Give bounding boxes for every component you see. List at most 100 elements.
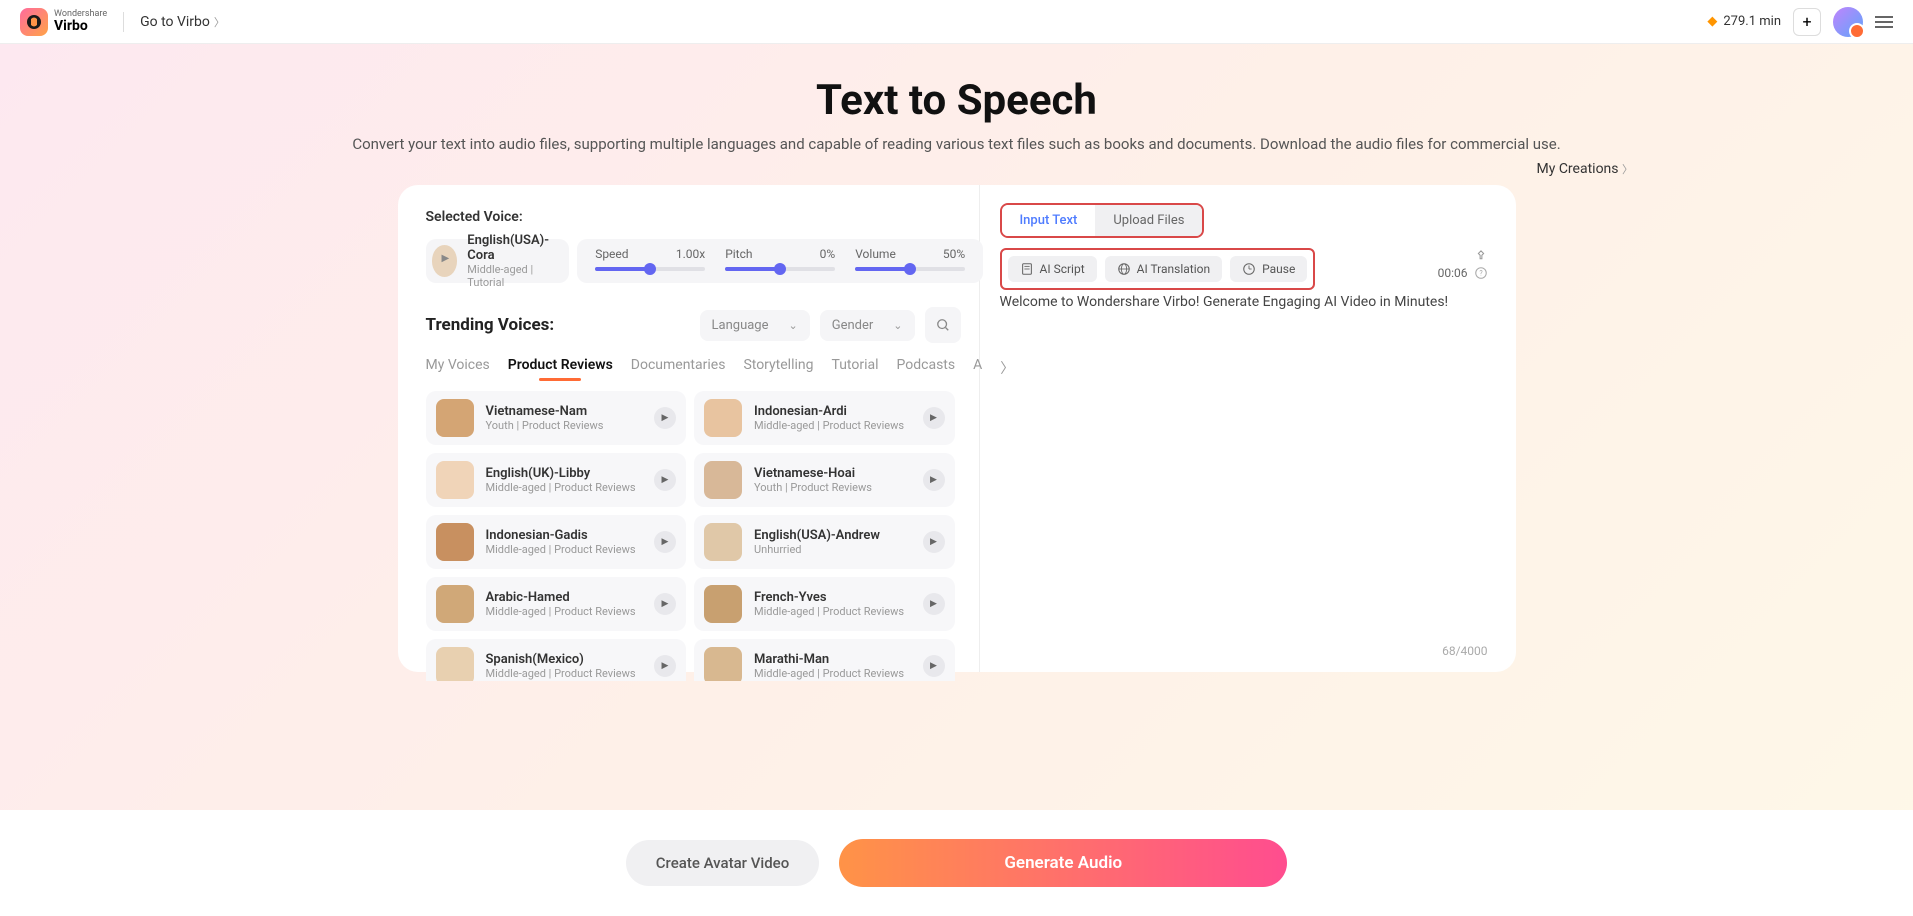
chevron-right-icon: 〉 [1622,163,1633,176]
voice-name: Arabic-Hamed [486,590,643,605]
chevron-down-icon: ⌄ [893,319,902,332]
voice-name: Indonesian-Gadis [486,528,643,543]
play-button[interactable]: ▶ [654,593,676,615]
create-avatar-button[interactable]: Create Avatar Video [626,840,819,886]
logo-icon [20,8,48,36]
pin-icon[interactable] [1474,250,1488,264]
voice-name: Vietnamese-Nam [486,404,643,419]
category-tab[interactable]: Tutorial [831,357,878,379]
add-button[interactable]: + [1793,8,1821,36]
char-count: 68/4000 [1000,644,1488,672]
voice-item[interactable]: Vietnamese-NamYouth | Product Reviews ▶ [426,391,687,445]
text-input[interactable]: Welcome to Wondershare Virbo! Generate E… [1000,292,1488,644]
play-button[interactable]: ▶ [654,407,676,429]
search-icon [936,318,950,332]
voice-name: Spanish(Mexico) [486,652,643,667]
brand-name: Virbo [54,19,107,33]
trending-title: Trending Voices: [426,315,690,335]
category-tab[interactable]: Storytelling [743,357,813,379]
voice-item[interactable]: French-YvesMiddle-aged | Product Reviews… [694,577,955,631]
diamond-icon: ◆ [1707,14,1717,29]
voice-tags: Unhurried [754,543,911,556]
voice-name: Indonesian-Ardi [754,404,911,419]
language-filter[interactable]: Language⌄ [700,310,810,341]
voice-item[interactable]: Spanish(Mexico)Middle-aged | Product Rev… [426,639,687,681]
play-button[interactable]: ▶ [654,469,676,491]
gender-filter[interactable]: Gender⌄ [820,310,915,341]
speed-slider[interactable]: Speed1.00x [595,247,705,275]
minutes-remaining[interactable]: ◆ 279.1 min [1707,14,1781,29]
voice-avatar [436,585,474,623]
voice-item[interactable]: Vietnamese-HoaiYouth | Product Reviews ▶ [694,453,955,507]
selected-voice-name: English(USA)-Cora [467,233,555,263]
voice-name: Marathi-Man [754,652,911,667]
category-tab[interactable]: Product Reviews [508,357,613,379]
category-tab[interactable]: A [973,357,982,379]
voice-tags: Youth | Product Reviews [754,481,911,494]
voice-name: French-Yves [754,590,911,605]
play-button[interactable]: ▶ [923,593,945,615]
selected-voice-label: Selected Voice: [426,209,961,225]
play-button[interactable]: ▶ [654,531,676,553]
play-button[interactable]: ▶ [654,655,676,677]
voice-avatar [436,523,474,561]
voice-avatar [704,585,742,623]
play-button[interactable]: ▶ [923,469,945,491]
tab-scroll-right[interactable]: 〉 [1000,358,1014,378]
voice-item[interactable]: English(USA)-AndrewUnhurried ▶ [694,515,955,569]
generate-audio-button[interactable]: Generate Audio [839,839,1287,887]
voice-tags: Middle-aged | Product Reviews [486,667,643,680]
voice-name: English(UK)-Libby [486,466,643,481]
main-card: Selected Voice: English(USA)-Cora Middle… [398,185,1516,672]
svg-text:?: ? [1479,270,1483,278]
voice-tags: Middle-aged | Product Reviews [754,605,911,618]
volume-slider[interactable]: Volume50% [855,247,965,275]
help-icon[interactable]: ? [1474,266,1488,280]
voice-avatar [704,523,742,561]
voice-avatar [704,399,742,437]
voice-tags: Youth | Product Reviews [486,419,643,432]
voice-item[interactable]: Marathi-ManMiddle-aged | Product Reviews… [694,639,955,681]
voice-item[interactable]: Arabic-HamedMiddle-aged | Product Review… [426,577,687,631]
category-tab[interactable]: Documentaries [631,357,726,379]
footer: Create Avatar Video Generate Audio [0,810,1913,916]
input-mode-tabs: Input Text Upload Files [1000,203,1205,238]
my-creations-link[interactable]: My Creations 〉 [1537,161,1634,177]
voice-item[interactable]: English(UK)-LibbyMiddle-aged | Product R… [426,453,687,507]
selected-voice-tags: Middle-aged | Tutorial [467,263,555,289]
voice-tags: Middle-aged | Product Reviews [486,605,643,618]
pitch-slider[interactable]: Pitch0% [725,247,835,275]
divider [123,12,124,32]
voice-tags: Middle-aged | Product Reviews [754,667,911,680]
voice-avatar [704,647,742,681]
topbar: Wondershare Virbo Go to Virbo 〉 ◆ 279.1 … [0,0,1913,44]
tab-input-text[interactable]: Input Text [1002,205,1096,236]
play-button[interactable]: ▶ [923,531,945,553]
category-tab[interactable]: My Voices [426,357,490,379]
goto-virbo-link[interactable]: Go to Virbo 〉 [140,14,225,30]
page-title: Text to Speech [0,76,1913,125]
duration-label: 00:06 [1438,266,1468,280]
voice-avatar [704,461,742,499]
play-button[interactable]: ▶ [923,407,945,429]
page-subtitle: Convert your text into audio files, supp… [0,135,1913,153]
category-tab[interactable]: Podcasts [897,357,956,379]
menu-button[interactable] [1875,16,1893,28]
selected-voice-chip[interactable]: English(USA)-Cora Middle-aged | Tutorial [426,239,570,283]
voice-item[interactable]: Indonesian-ArdiMiddle-aged | Product Rev… [694,391,955,445]
chevron-right-icon: 〉 [214,14,225,30]
voice-tags: Middle-aged | Product Reviews [486,543,643,556]
play-button[interactable]: ▶ [923,655,945,677]
plus-icon: + [1802,12,1811,31]
voice-name: English(USA)-Andrew [754,528,911,543]
chevron-down-icon: ⌄ [789,319,798,332]
voice-avatar [436,399,474,437]
search-button[interactable] [925,307,961,343]
tab-upload-files[interactable]: Upload Files [1095,205,1202,236]
voice-tags: Middle-aged | Product Reviews [754,419,911,432]
user-avatar[interactable] [1833,7,1863,37]
voice-item[interactable]: Indonesian-GadisMiddle-aged | Product Re… [426,515,687,569]
voice-tags: Middle-aged | Product Reviews [486,481,643,494]
voice-avatar [436,461,474,499]
logo[interactable]: Wondershare Virbo [20,8,107,36]
